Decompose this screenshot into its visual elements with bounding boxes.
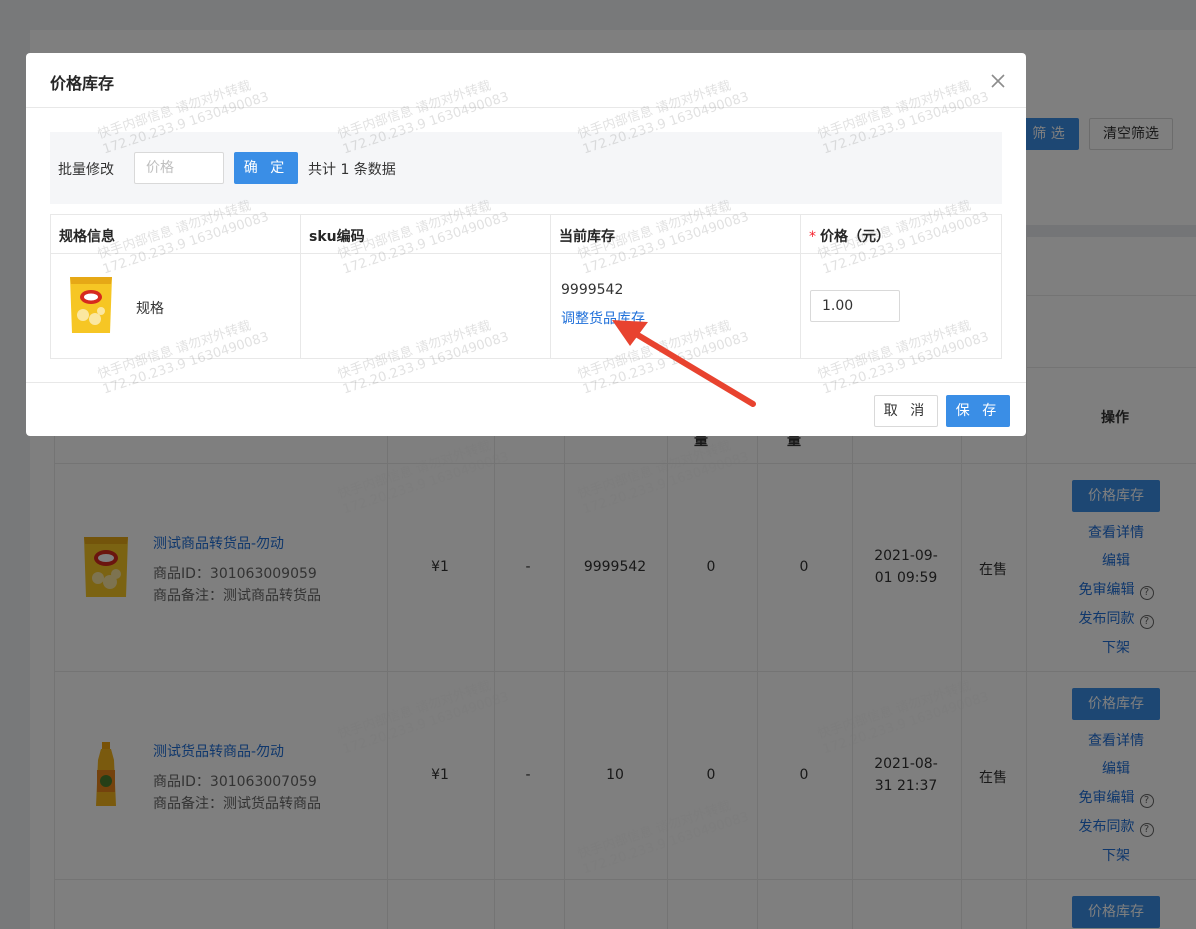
adjust-stock-link[interactable]: 调整货品库存 xyxy=(561,308,645,328)
modal-footer: 取 消 保 存 xyxy=(26,382,1026,436)
required-mark: * xyxy=(809,229,816,245)
batch-edit-bar: 批量修改 确 定 共计 1 条数据 xyxy=(50,132,1002,204)
price-stock-modal: 价格库存 批量修改 确 定 共计 1 条数据 规格信息 sku编码 当前库存 *… xyxy=(26,53,1026,436)
cancel-button[interactable]: 取 消 xyxy=(874,395,938,427)
data-count-text: 共计 1 条数据 xyxy=(308,162,396,178)
sku-table: 规格信息 sku编码 当前库存 * 价格（元） 规格 9999542 调整货品库存 xyxy=(50,214,1002,359)
close-icon[interactable] xyxy=(986,69,1010,93)
modal-title: 价格库存 xyxy=(50,74,115,93)
price-input[interactable] xyxy=(810,290,900,322)
spec-name: 规格 xyxy=(136,301,164,317)
batch-edit-label: 批量修改 xyxy=(58,162,114,178)
modal-header: 价格库存 xyxy=(26,53,1026,108)
header-price-label: 价格（元） xyxy=(820,229,890,245)
header-stock: 当前库存 xyxy=(559,229,615,245)
header-sku: sku编码 xyxy=(309,229,365,245)
batch-price-input[interactable] xyxy=(134,152,224,184)
column-divider xyxy=(550,215,551,358)
header-price: * 价格（元） xyxy=(809,226,890,246)
save-button[interactable]: 保 存 xyxy=(946,395,1010,427)
header-spec: 规格信息 xyxy=(59,229,115,245)
confirm-button[interactable]: 确 定 xyxy=(234,152,298,184)
column-divider xyxy=(300,215,301,358)
stock-value: 9999542 xyxy=(561,282,624,298)
chips-bag-icon xyxy=(70,277,112,333)
column-divider xyxy=(800,215,801,358)
header-divider xyxy=(51,253,1001,254)
